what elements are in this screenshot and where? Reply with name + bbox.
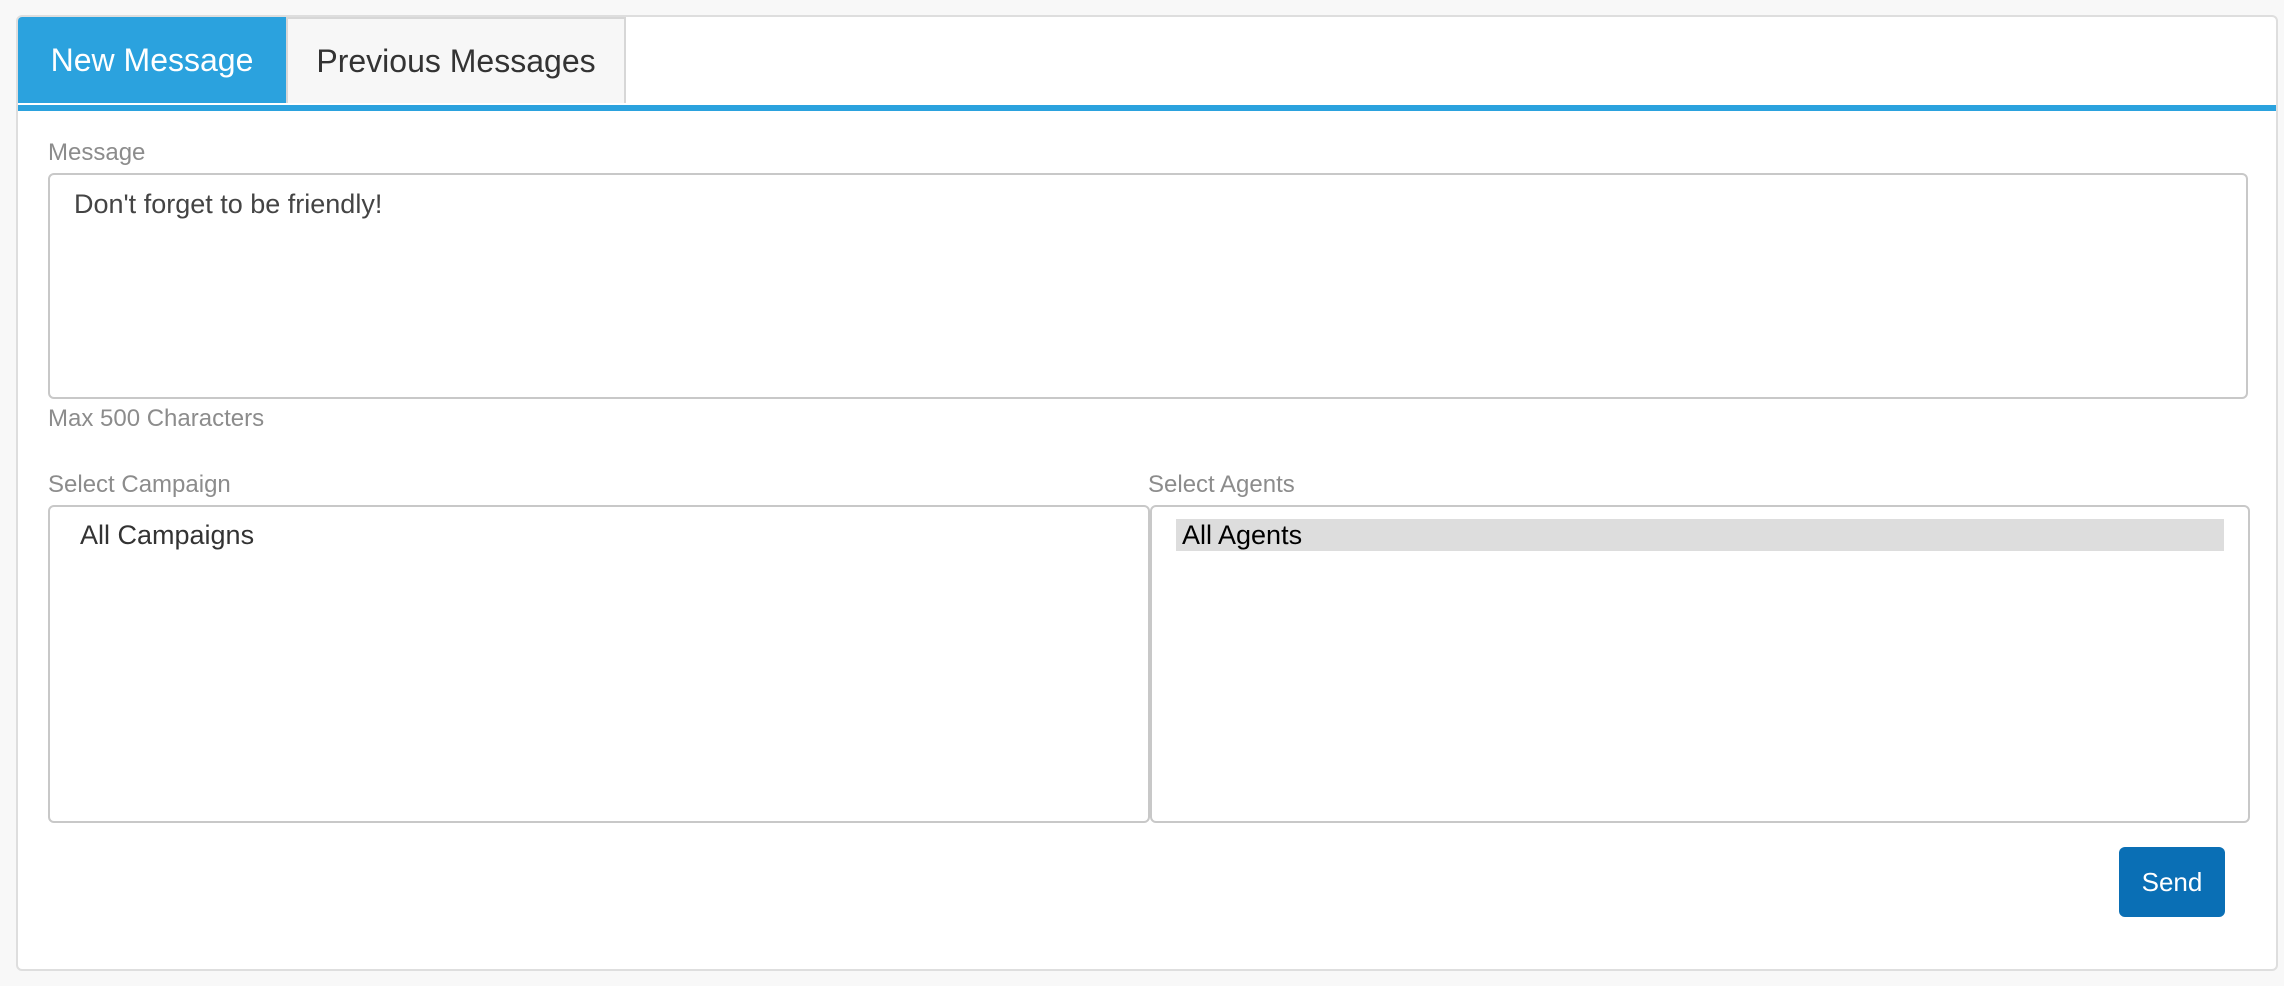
- tab-previous-messages-label: Previous Messages: [316, 42, 596, 79]
- message-textarea[interactable]: Don't forget to be friendly!: [48, 173, 2248, 399]
- tab-new-message[interactable]: New Message: [18, 17, 286, 103]
- select-campaign-label: Select Campaign: [48, 471, 231, 498]
- campaign-listbox[interactable]: All Campaigns: [48, 505, 1150, 823]
- message-label: Message: [48, 139, 146, 166]
- message-char-limit-hint: Max 500 Characters: [48, 405, 265, 432]
- agents-option-all-agents[interactable]: All Agents: [1176, 519, 2224, 551]
- campaign-option-all-campaigns[interactable]: All Campaigns: [74, 519, 1124, 551]
- tab-new-message-label: New Message: [50, 41, 254, 78]
- tab-bar: New Message Previous Messages: [18, 17, 2276, 111]
- send-button[interactable]: Send: [2119, 847, 2225, 917]
- select-agents-label: Select Agents: [1148, 471, 1295, 498]
- message-panel: New Message Previous Messages Message Do…: [16, 15, 2278, 971]
- tab-previous-messages[interactable]: Previous Messages: [286, 17, 626, 103]
- agents-listbox[interactable]: All Agents: [1150, 505, 2250, 823]
